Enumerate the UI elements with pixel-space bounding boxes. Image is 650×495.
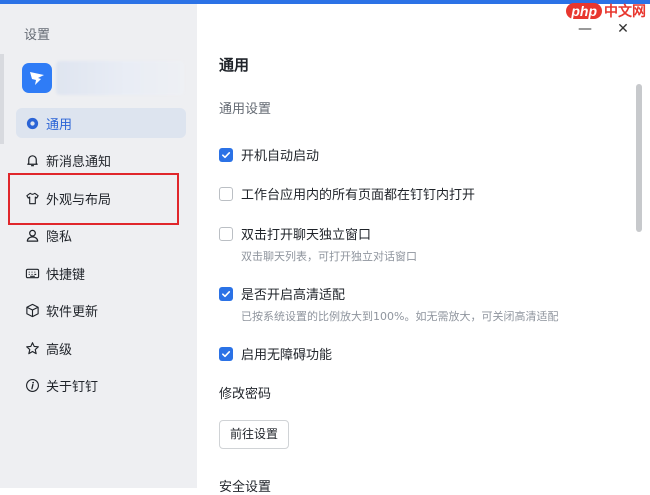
sidebar-item-label: 通用 xyxy=(46,117,73,133)
checkbox-checked-icon[interactable] xyxy=(219,147,233,162)
dingtalk-logo-icon xyxy=(22,63,52,93)
highlight-annotation-box xyxy=(8,173,179,225)
minimize-button[interactable]: — xyxy=(578,21,592,37)
close-button[interactable]: ✕ xyxy=(616,21,630,37)
option-hd-adapt[interactable]: 是否开启高清适配 xyxy=(219,284,345,303)
window-left-edge xyxy=(0,54,4,144)
option-hint: 已按系统设置的比例放大到100%。如无需放大，可关闭高清适配 xyxy=(241,310,559,323)
star-icon xyxy=(24,340,40,356)
info-icon xyxy=(24,378,40,394)
option-label: 双击打开聊天独立窗口 xyxy=(241,228,372,243)
checkbox-checked-icon[interactable] xyxy=(219,346,233,361)
sidebar-item-notifications[interactable]: 新消息通知 xyxy=(16,146,186,176)
sidebar-item-shortcuts[interactable]: 快捷键 xyxy=(16,258,186,288)
keyboard-icon xyxy=(24,265,40,281)
sidebar-item-advanced[interactable]: 高级 xyxy=(16,333,186,363)
page-title: 通用 xyxy=(219,56,250,74)
sidebar-item-general[interactable]: 通用 xyxy=(16,108,186,138)
site-watermark: php 中文网 xyxy=(566,0,646,22)
sidebar-item-label: 高级 xyxy=(46,342,73,358)
sidebar-item-label: 软件更新 xyxy=(46,305,99,320)
user-name-blurred xyxy=(56,61,184,95)
settings-content: — ✕ 通用 通用设置 开机自动启动 工作台应用内的所有页面都在钉钉内打开 双击… xyxy=(197,4,650,495)
goto-settings-button[interactable]: 前往设置 xyxy=(219,420,290,449)
sidebar-item-privacy[interactable]: 隐私 xyxy=(16,221,186,251)
user-profile-card[interactable] xyxy=(22,59,184,99)
option-auto-start[interactable]: 开机自动启动 xyxy=(219,145,319,164)
sidebar-item-about[interactable]: 关于钉钉 xyxy=(16,371,186,401)
settings-nav: 通用 新消息通知 外观与布局 隐私 快捷键 软件更新 高级 关于钉钉 xyxy=(16,108,186,408)
sidebar-item-label: 关于钉钉 xyxy=(46,380,99,395)
option-label: 启用无障碍功能 xyxy=(241,348,333,363)
sidebar-title: 设置 xyxy=(24,28,51,43)
sidebar-item-label: 快捷键 xyxy=(46,267,86,283)
section-label-general: 通用设置 xyxy=(219,102,272,117)
option-double-click-window[interactable]: 双击打开聊天独立窗口 xyxy=(219,224,371,243)
scrollbar-thumb[interactable] xyxy=(636,84,642,232)
checkbox-checked-icon[interactable] xyxy=(219,286,233,301)
person-icon xyxy=(24,228,40,244)
bell-icon xyxy=(24,153,40,169)
checkbox-unchecked-icon[interactable] xyxy=(219,226,233,241)
option-accessibility[interactable]: 启用无障碍功能 xyxy=(219,344,332,363)
checkbox-unchecked-icon[interactable] xyxy=(219,186,233,201)
option-label: 开机自动启动 xyxy=(241,149,320,164)
sidebar-item-label: 隐私 xyxy=(46,230,73,245)
option-label: 工作台应用内的所有页面都在钉钉内打开 xyxy=(241,188,476,203)
sidebar-item-update[interactable]: 软件更新 xyxy=(16,296,186,326)
option-label: 是否开启高清适配 xyxy=(241,288,346,303)
section-label-password: 修改密码 xyxy=(219,387,272,402)
settings-icon xyxy=(24,115,40,131)
settings-sidebar: 设置 通用 新消息通知 外观与布局 隐私 快捷键 软件更新 高级 关于钉钉 xyxy=(0,4,197,488)
sidebar-item-label: 新消息通知 xyxy=(46,155,112,170)
section-label-security: 安全设置 xyxy=(219,480,272,495)
option-hint: 双击聊天列表，可打开独立对话窗口 xyxy=(241,250,417,263)
cube-icon xyxy=(24,303,40,319)
option-open-in-app[interactable]: 工作台应用内的所有页面都在钉钉内打开 xyxy=(219,184,475,203)
scrollbar[interactable] xyxy=(636,84,642,474)
window-controls: — ✕ xyxy=(578,21,630,37)
